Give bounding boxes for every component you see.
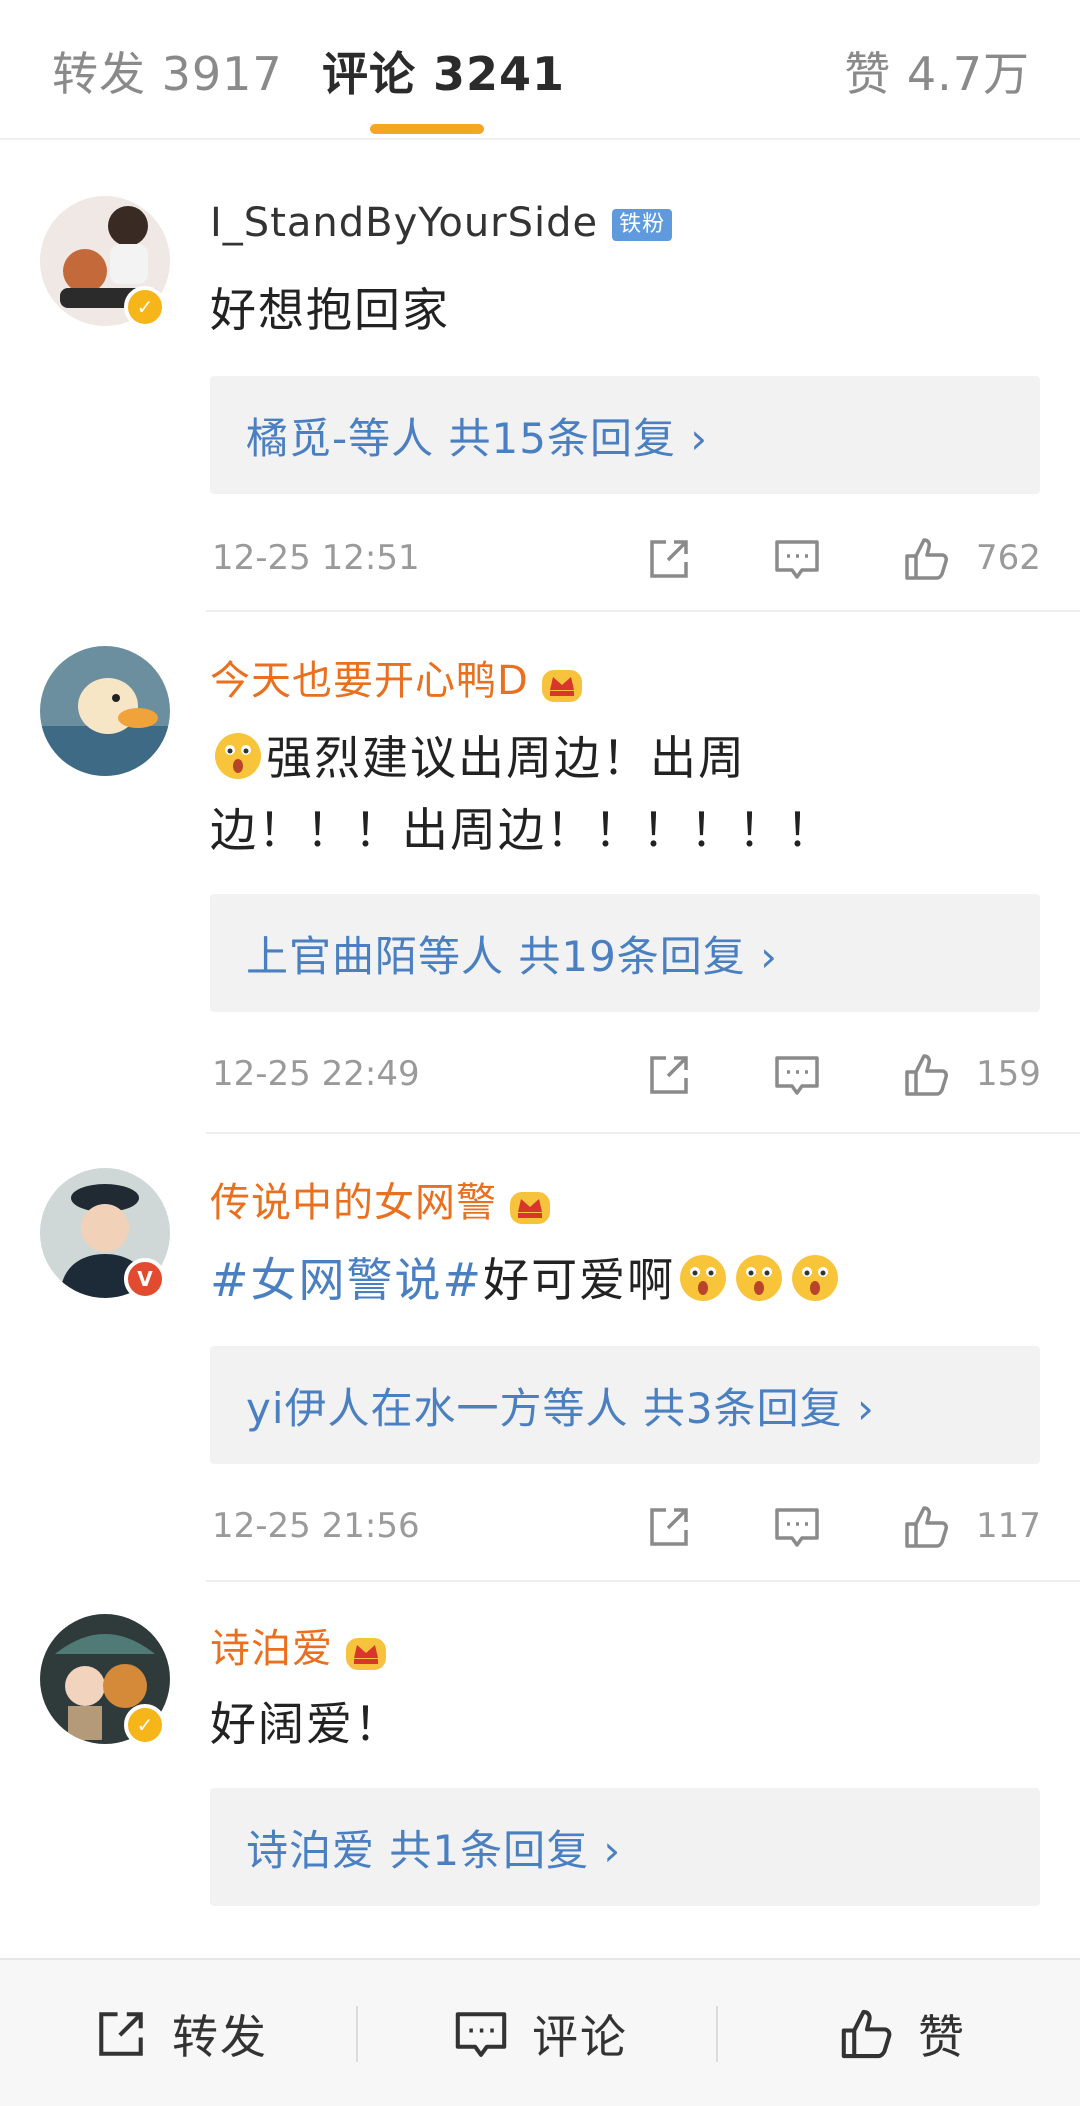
bottom-toolbar: 转发 评论 赞 <box>0 1958 1080 2106</box>
comment-label: 评论 <box>532 2010 628 2064</box>
hashtag-link[interactable]: #女网警说# <box>210 1253 483 1307</box>
shocked-emoji-icon <box>792 1255 839 1301</box>
comment-text-body: 强烈建议出周边！出周边！！！出周边！！！！！！ <box>210 731 834 857</box>
username-text[interactable]: I_StandByYourSide <box>210 200 598 246</box>
comment-text-body: 好可爱啊 <box>483 1253 676 1307</box>
comment-meta: 12-25 22:49 159 <box>212 1048 1042 1104</box>
verified-badge-icon: ✓ <box>124 1704 166 1746</box>
divider <box>206 610 1080 612</box>
repost-icon[interactable] <box>644 1050 694 1100</box>
crown-badge-icon <box>541 670 582 702</box>
shocked-emoji-icon <box>736 1255 783 1301</box>
comment-text: #女网警说#好可爱啊 <box>210 1244 1030 1316</box>
repost-icon[interactable] <box>644 1502 694 1552</box>
comment-text: 好阔爱！ <box>210 1697 402 1751</box>
comment-username[interactable]: I_StandByYourSide 铁粉 <box>210 200 673 246</box>
repost-label: 转发 <box>172 2010 268 2064</box>
toolbar-separator <box>716 2006 718 2062</box>
username-text[interactable]: 传说中的女网警 <box>210 1180 497 1226</box>
divider <box>206 1580 1080 1582</box>
comment-time: 12-25 21:56 <box>212 1506 420 1546</box>
thumbs-up-icon[interactable] <box>902 1050 952 1100</box>
comment-time: 12-25 12:51 <box>212 538 420 578</box>
reply-summary[interactable]: 诗泊爱 共1条回复 › <box>210 1788 1040 1906</box>
comment-icon[interactable] <box>772 534 822 584</box>
thumbs-up-icon[interactable] <box>902 534 952 584</box>
reply-summary[interactable]: 橘觅-等人 共15条回复 › <box>210 376 1040 494</box>
tab-repost[interactable]: 转发 3917 <box>52 38 283 104</box>
comment-icon[interactable] <box>772 1050 822 1100</box>
like-count: 117 <box>976 1506 1041 1546</box>
thumbs-up-icon <box>841 2009 892 2059</box>
repost-icon <box>99 2012 143 2056</box>
comment-icon <box>455 2012 507 2057</box>
crown-badge-icon <box>346 1638 386 1670</box>
crown-badge-icon <box>510 1192 550 1224</box>
like-count: 159 <box>976 1054 1041 1094</box>
comment-meta: 12-25 12:51 762 <box>212 532 1042 588</box>
comment-username[interactable]: 传说中的女网警 <box>210 1170 553 1228</box>
comment-username[interactable]: 诗泊爱 <box>210 1616 389 1674</box>
toolbar-separator <box>356 2006 358 2062</box>
like-count: 762 <box>976 538 1041 578</box>
comment-text: 强烈建议出周边！出周边！！！出周边！！！！！！ <box>210 722 930 866</box>
verified-badge-icon: V <box>124 1258 166 1300</box>
reply-summary[interactable]: yi伊人在水一方等人 共3条回复 › <box>210 1346 1040 1464</box>
comment-button[interactable]: 评论 <box>452 1960 628 2106</box>
tab-bar: 转发 3917 评论 3241 赞 4.7万 <box>0 0 1080 140</box>
fan-badge: 铁粉 <box>612 209 673 241</box>
username-text[interactable]: 诗泊爱 <box>210 1626 333 1672</box>
active-tab-indicator <box>370 124 484 134</box>
reply-summary[interactable]: 上官曲陌等人 共19条回复 › <box>210 894 1040 1012</box>
repost-icon[interactable] <box>644 534 694 584</box>
tab-like[interactable]: 赞 4.7万 <box>844 38 1030 104</box>
comment-meta: 12-25 21:56 117 <box>212 1500 1042 1556</box>
comment-icon[interactable] <box>772 1502 822 1552</box>
shocked-emoji-icon <box>680 1255 727 1301</box>
like-button[interactable]: 赞 <box>838 1960 966 2106</box>
username-text[interactable]: 今天也要开心鸭D <box>210 658 529 704</box>
repost-button[interactable]: 转发 <box>92 1960 268 2106</box>
thumbs-up-icon[interactable] <box>902 1502 952 1552</box>
comment-username[interactable]: 今天也要开心鸭D <box>210 648 585 706</box>
like-label: 赞 <box>918 2010 966 2064</box>
comment-time: 12-25 22:49 <box>212 1054 420 1094</box>
shocked-emoji-icon <box>215 733 261 779</box>
avatar[interactable] <box>40 646 170 776</box>
verified-badge-icon: ✓ <box>124 286 166 328</box>
divider <box>206 1132 1080 1134</box>
comment-text: 好想抱回家 <box>210 283 450 337</box>
